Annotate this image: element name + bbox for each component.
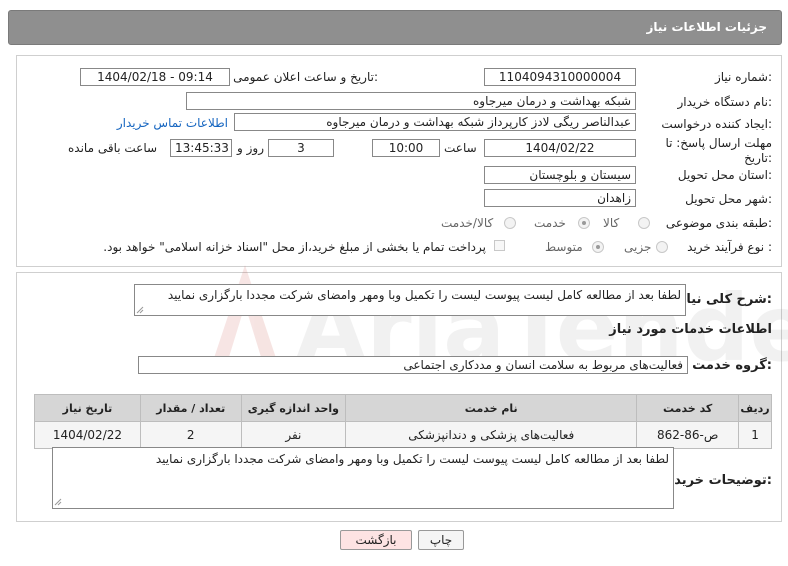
days-label: روز و <box>237 141 264 155</box>
category-label: طبقه بندی موضوعی: <box>665 216 772 230</box>
deadline-time-field[interactable]: 10:00 <box>372 139 440 157</box>
buyer-contact-link[interactable]: اطلاعات تماس خریدار <box>117 116 228 130</box>
cell-unit: نفر <box>240 421 347 449</box>
cell-quantity: 2 <box>139 421 242 449</box>
announce-label: تاریخ و ساعت اعلان عمومی: <box>233 70 378 84</box>
city-field[interactable]: زاهدان <box>484 189 636 207</box>
remaining-days-field[interactable]: 3 <box>268 139 334 157</box>
summary-textarea[interactable]: لطفا بعد از مطالعه کامل لیست پیوست لیست … <box>134 284 686 316</box>
watermark-emblem-icon <box>210 265 280 370</box>
col-service-name: نام خدمت <box>345 394 638 422</box>
treasury-checkbox[interactable] <box>494 240 505 251</box>
cell-service-code: ص-86-862 <box>636 421 740 449</box>
buyer-notes-textarea[interactable]: لطفا بعد از مطالعه کامل لیست پیوست لیست … <box>52 447 674 509</box>
cell-row-number: 1 <box>738 421 772 449</box>
province-label: استان محل تحویل: <box>677 168 772 182</box>
page-header: جزئیات اطلاعات نیاز <box>8 10 782 45</box>
need-number-label: شماره نیاز: <box>714 70 772 84</box>
cell-service-name: فعالیت‌های پزشکی و دندانپزشکی <box>345 421 638 449</box>
category-goods-radio[interactable] <box>638 217 650 229</box>
process-minor-radio[interactable] <box>656 241 668 253</box>
category-service-label: خدمت <box>534 216 566 230</box>
service-group-label: گروه خدمت: <box>692 358 772 373</box>
province-field[interactable]: سیستان و بلوچستان <box>484 166 636 184</box>
city-label: شهر محل تحویل: <box>685 192 772 206</box>
category-goods-label: کالا <box>603 216 620 230</box>
resize-grip-icon[interactable] <box>136 306 144 314</box>
page-title: جزئیات اطلاعات نیاز <box>646 20 767 34</box>
buyer-org-label: نام دستگاه خریدار: <box>677 95 773 109</box>
buyer-notes-label: توضیحات خریدار: <box>662 473 772 488</box>
buyer-org-field[interactable]: شبکه بهداشت و درمان میرجاوه <box>186 92 636 110</box>
deadline-date-field[interactable]: 1404/02/22 <box>484 139 636 157</box>
process-label: نوع فرآیند خرید : <box>687 240 772 254</box>
col-service-code: کد خدمت <box>636 394 740 422</box>
col-quantity: تعداد / مقدار <box>139 394 242 422</box>
summary-label: شرح کلی نیاز: <box>678 292 772 307</box>
print-button[interactable]: چاپ <box>418 530 464 550</box>
category-goods-service-radio[interactable] <box>504 217 516 229</box>
category-goods-service-label: کالا/خدمت <box>441 216 494 230</box>
creator-label: ایجاد کننده درخواست: <box>661 117 772 131</box>
process-minor-label: جزیی <box>624 240 652 254</box>
remaining-label: ساعت باقی مانده <box>68 141 158 155</box>
remaining-time-field[interactable]: 13:45:33 <box>170 139 232 157</box>
cell-need-date: 1404/02/22 <box>34 421 141 449</box>
creator-field[interactable]: عبدالناصر ریگی لادز کارپرداز شبکه بهداشت… <box>234 113 636 131</box>
service-group-field[interactable]: فعالیت‌های مربوط به سلامت انسان و مددکار… <box>138 356 688 374</box>
services-table: ردیف کد خدمت نام خدمت واحد اندازه گیری ت… <box>34 394 772 449</box>
process-medium-label: متوسط <box>545 240 583 254</box>
col-unit: واحد اندازه گیری <box>240 394 347 422</box>
category-service-radio[interactable] <box>578 217 590 229</box>
col-row-number: ردیف <box>738 394 772 422</box>
resize-grip-icon[interactable] <box>54 498 62 506</box>
deadline-time-label: ساعت <box>444 141 477 155</box>
announce-field[interactable]: 1404/02/18 - 09:14 <box>80 68 230 86</box>
back-button[interactable]: بازگشت <box>340 530 412 550</box>
deadline-label: مهلت ارسال پاسخ: تا تاریخ: <box>665 136 772 165</box>
process-medium-radio[interactable] <box>592 241 604 253</box>
table-header-row: ردیف کد خدمت نام خدمت واحد اندازه گیری ت… <box>34 394 772 422</box>
treasury-note: پرداخت تمام یا بخشی از مبلغ خرید،از محل … <box>103 240 486 254</box>
table-row: 1 ص-86-862 فعالیت‌های پزشکی و دندانپزشکی… <box>34 421 772 449</box>
need-number-field[interactable]: 1104094310000004 <box>484 68 636 86</box>
col-need-date: تاریخ نیاز <box>34 394 141 422</box>
services-section-title: اطلاعات خدمات مورد نیاز <box>609 322 772 337</box>
